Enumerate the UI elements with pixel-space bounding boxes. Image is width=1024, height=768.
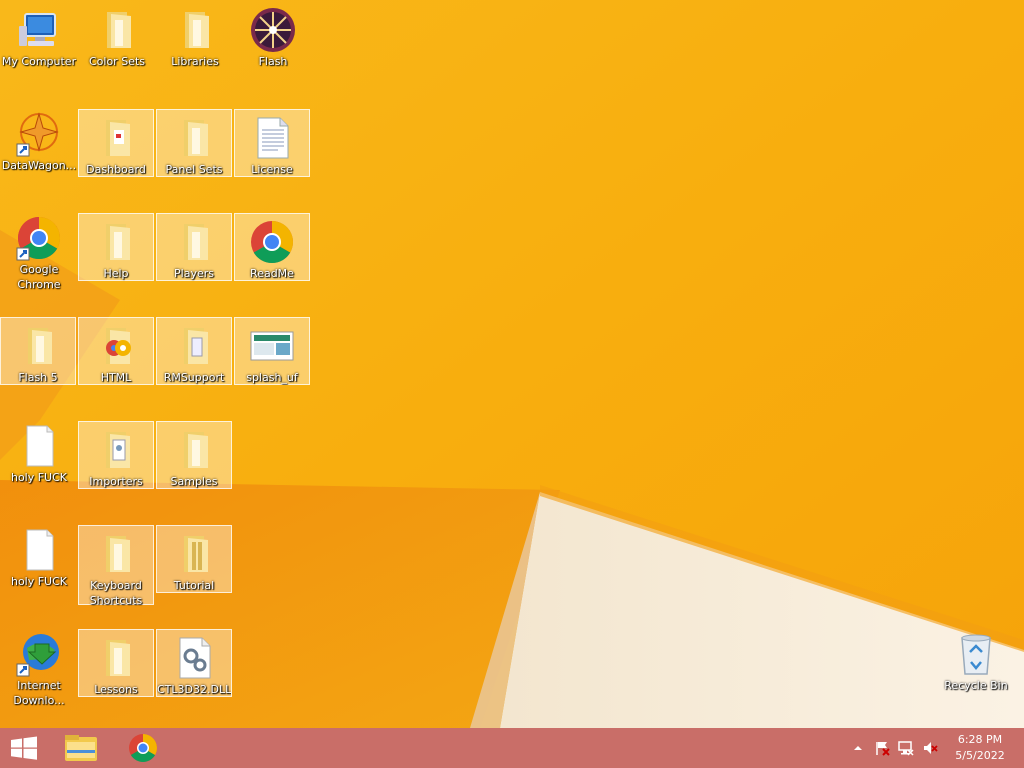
desktop-icon-google-chrome[interactable]: Google Chrome xyxy=(1,210,77,291)
start-icon xyxy=(11,736,37,760)
icon-label: Tutorial xyxy=(173,579,215,592)
icon-label: Color Sets xyxy=(88,55,145,68)
icon-label: Google Chrome xyxy=(17,263,61,291)
desktop-icon-readme[interactable]: ReadMe xyxy=(234,213,310,281)
action-center-flag-icon xyxy=(876,742,890,756)
network-icon xyxy=(898,741,914,756)
datawagon-icon xyxy=(15,110,63,158)
icon-label: ReadMe xyxy=(250,267,294,280)
clock-date: 5/5/2022 xyxy=(955,749,1005,762)
folder-icon xyxy=(171,6,219,54)
clock-time: 6:28 PM xyxy=(957,733,1003,746)
desktop-icon-holy-fuck-1[interactable]: holy FUCK xyxy=(1,418,77,486)
taskbar-clock[interactable]: 6:28 PM 5/5/2022 xyxy=(940,732,1020,764)
desktop-icon-holy-fuck-2[interactable]: holy FUCK xyxy=(1,522,77,590)
blank-file-icon xyxy=(15,422,63,470)
icon-label: RMSupport xyxy=(163,371,225,384)
chrome-icon xyxy=(129,734,157,762)
icon-label: Recycle Bin xyxy=(944,679,1008,692)
show-hidden-icons-icon xyxy=(854,746,862,750)
folder-icon xyxy=(93,6,141,54)
desktop-icon-my-computer[interactable]: My Computer xyxy=(1,2,77,70)
start-button[interactable] xyxy=(0,728,48,768)
desktop-icon-internet-download-manager[interactable]: Internet Downlo... xyxy=(1,626,77,707)
folder-icon xyxy=(14,322,62,370)
blank-file-icon xyxy=(15,526,63,574)
internet-download-manager-icon xyxy=(15,630,63,678)
folder-icon xyxy=(170,426,218,474)
chrome-document-icon xyxy=(248,218,296,266)
folder-icon xyxy=(170,114,218,162)
desktop-icon-help[interactable]: Help xyxy=(78,213,154,281)
flash-icon xyxy=(249,6,297,54)
chrome-icon xyxy=(15,214,63,262)
volume-button[interactable] xyxy=(922,740,938,756)
desktop-icon-samples[interactable]: Samples xyxy=(156,421,232,489)
desktop-icon-flash-5[interactable]: Flash 5 xyxy=(0,317,76,385)
file-explorer-icon xyxy=(65,735,97,761)
network-button[interactable] xyxy=(898,740,914,756)
desktop-icon-html[interactable]: HTML xyxy=(78,317,154,385)
icon-label: Flash 5 xyxy=(18,371,58,384)
taskbar-chrome[interactable] xyxy=(120,728,166,768)
icon-label: HTML xyxy=(100,371,132,384)
folder-icon xyxy=(92,218,140,266)
folder-icon xyxy=(92,634,140,682)
desktop-icon-importers[interactable]: Importers xyxy=(78,421,154,489)
icon-label: Samples xyxy=(170,475,218,488)
icon-label: License xyxy=(251,163,293,176)
folder-icon xyxy=(170,218,218,266)
folder-icon xyxy=(92,530,140,578)
icon-label: Keyboard Shortcuts xyxy=(89,579,143,607)
desktop-icon-libraries[interactable]: Libraries xyxy=(157,2,233,70)
folder-icon xyxy=(92,322,140,370)
show-hidden-icons-button[interactable] xyxy=(850,740,866,756)
folder-icon xyxy=(92,114,140,162)
image-file-icon xyxy=(248,322,296,370)
desktop-icon-splash-uf[interactable]: splash_uf xyxy=(234,317,310,385)
dll-file-icon xyxy=(170,634,218,682)
folder-icon xyxy=(92,426,140,474)
icon-label: holy FUCK xyxy=(10,471,68,484)
volume-muted-icon xyxy=(924,742,938,754)
folder-icon xyxy=(170,322,218,370)
folder-icon xyxy=(170,530,218,578)
desktop-icon-rmsupport[interactable]: RMSupport xyxy=(156,317,232,385)
icon-label: CTL3D32.DLL xyxy=(157,683,231,696)
action-center-button[interactable] xyxy=(874,740,890,756)
desktop-icon-dashboard[interactable]: Dashboard xyxy=(78,109,154,177)
icon-label: Lessons xyxy=(94,683,138,696)
icon-label: Players xyxy=(174,267,214,280)
desktop-icon-tutorial[interactable]: Tutorial xyxy=(156,525,232,593)
desktop-icon-panel-sets[interactable]: Panel Sets xyxy=(156,109,232,177)
desktop: My Computer Color Sets Libraries Flash D… xyxy=(0,0,1024,728)
desktop-icon-color-sets[interactable]: Color Sets xyxy=(79,2,155,70)
desktop-icon-keyboard-shortcuts[interactable]: Keyboard Shortcuts xyxy=(78,525,154,607)
desktop-icon-flash[interactable]: Flash xyxy=(235,2,311,70)
icon-label: Importers xyxy=(89,475,143,488)
icon-label: Libraries xyxy=(171,55,219,68)
icon-label: Panel Sets xyxy=(165,163,223,176)
icon-label: My Computer xyxy=(1,55,77,68)
desktop-icon-license[interactable]: License xyxy=(234,109,310,177)
desktop-icon-players[interactable]: Players xyxy=(156,213,232,281)
desktop-icon-datawagon[interactable]: DataWagon... xyxy=(1,106,77,174)
desktop-icon-recycle-bin[interactable]: Recycle Bin xyxy=(938,626,1014,694)
desktop-icon-ctl3d32-dll[interactable]: CTL3D32.DLL xyxy=(156,629,232,697)
icon-label: Dashboard xyxy=(86,163,146,176)
text-document-icon xyxy=(248,114,296,162)
icon-label: Internet Downlo... xyxy=(13,679,65,707)
computer-icon xyxy=(15,6,63,54)
icon-label: Flash xyxy=(258,55,288,68)
recycle-bin-icon xyxy=(952,630,1000,678)
desktop-icon-lessons[interactable]: Lessons xyxy=(78,629,154,697)
icon-label: Help xyxy=(103,267,129,280)
icon-label: DataWagon... xyxy=(1,159,77,172)
icon-label: splash_uf xyxy=(246,371,298,384)
taskbar: 6:28 PM 5/5/2022 xyxy=(0,728,1024,768)
icon-label: holy FUCK xyxy=(10,575,68,588)
taskbar-file-explorer[interactable] xyxy=(58,728,104,768)
